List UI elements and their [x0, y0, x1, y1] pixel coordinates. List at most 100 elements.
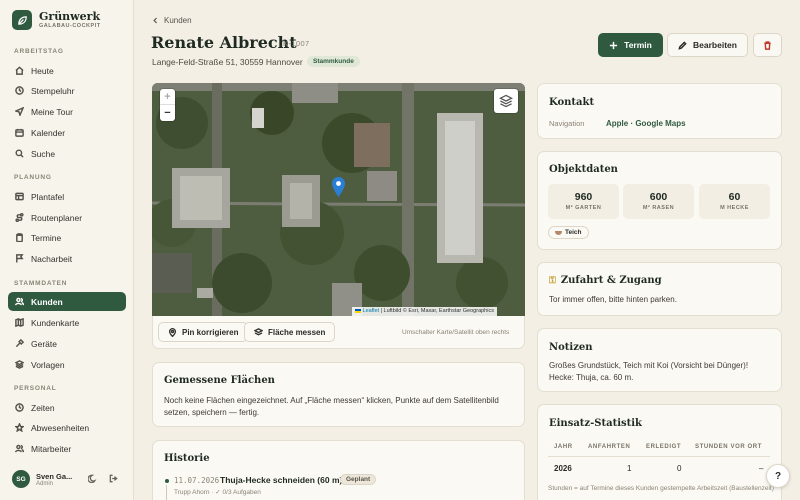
customer-address: Lange-Feld-Straße 51, 30559 Hannover	[152, 57, 303, 67]
edit-button[interactable]: Bearbeiten	[667, 33, 748, 57]
sidebar-item-kalender[interactable]: Kalender	[8, 123, 126, 142]
user-profile[interactable]: SG Sven Ga... Admin	[12, 470, 72, 488]
notes-text: Großes Grundstück, Teich mit Koi (Vorsic…	[549, 361, 749, 382]
stat-label: M HECKE	[720, 205, 749, 211]
add-termin-label: Termin	[624, 40, 652, 50]
user-name: Sven Ga...	[36, 471, 73, 481]
users-icon	[15, 297, 24, 306]
sidebar-item-kunden[interactable]: Kunden	[8, 292, 126, 311]
sidebar-item-termine[interactable]: Termine	[8, 228, 126, 247]
stats-footnote: Stunden = auf Termine dieses Kunden gest…	[548, 485, 774, 492]
sidebar-item-label: Kalender	[31, 127, 66, 138]
history-date: 11.07.2026	[174, 476, 220, 485]
board-icon	[15, 192, 24, 201]
breadcrumb-back-link[interactable]: Kunden	[152, 16, 192, 25]
sidebar-item-label: Vorlagen	[31, 359, 65, 370]
sidebar-item-kundenkarte[interactable]: Kundenkarte	[8, 313, 126, 332]
sidebar-item-label: Meine Tour	[31, 106, 73, 117]
leaflet-link[interactable]: Leaflet	[363, 308, 380, 314]
route-icon	[15, 213, 24, 222]
leaf-logo-icon	[12, 10, 32, 30]
navigation-links[interactable]: Apple · Google Maps	[606, 119, 686, 128]
delete-button[interactable]	[753, 33, 782, 57]
moon-icon[interactable]	[88, 474, 97, 483]
calendar-icon	[15, 128, 24, 137]
history-entry-sub: Trupp Ahorn · ✓ 0/3 Aufgaben	[174, 489, 261, 496]
access-text: Tor immer offen, bitte hinten parken.	[549, 295, 677, 304]
sidebar-item-abwesenheiten[interactable]: Abwesenheiten	[8, 418, 126, 437]
stat-label: M² RASEN	[642, 205, 675, 211]
sidebar-item-routenplaner[interactable]: Routenplaner	[8, 208, 126, 227]
contact-title: Kontakt	[549, 97, 595, 108]
sidebar-item-geraete[interactable]: Geräte	[8, 334, 126, 353]
sidebar-item-zeiten[interactable]: Zeiten	[8, 398, 126, 417]
sidebar-item-vorlagen[interactable]: Vorlagen	[8, 355, 126, 374]
pin-correct-button[interactable]: Pin korrigieren	[158, 322, 249, 342]
help-button[interactable]: ?	[766, 464, 790, 488]
table-cell-year: 2026	[554, 464, 572, 473]
stat-garden: 960 M² GARTEN	[548, 184, 619, 219]
map-icon	[15, 318, 24, 327]
areas-text: Noch keine Flächen eingezeichnet. Auf „F…	[164, 396, 499, 417]
sidebar-item-label: Stempeluhr	[31, 85, 75, 96]
contact-card: Kontakt Navigation Apple · Google Maps	[537, 83, 782, 139]
hammer-icon	[15, 339, 24, 348]
stat-value: 60	[728, 191, 741, 203]
flag-icon	[355, 308, 361, 313]
stat-hedge: 60 M HECKE	[699, 184, 770, 219]
sidebar-item-plantafel[interactable]: Plantafel	[8, 187, 126, 206]
sidebar-item-label: Plantafel	[31, 191, 65, 202]
layers-icon	[254, 327, 263, 336]
stat-value: 600	[649, 191, 668, 203]
history-status-badge: Geplant	[340, 474, 377, 485]
feature-tag-label: Teich	[565, 229, 582, 236]
stat-lawn: 600 M² RASEN	[623, 184, 694, 219]
pin-correct-label: Pin korrigieren	[182, 327, 239, 337]
breadcrumb-label: Kunden	[164, 16, 192, 25]
layers-icon	[499, 94, 513, 108]
notes-card: Notizen Großes Grundstück, Teich mit Koi…	[537, 328, 782, 392]
nav-section-personal: PERSONAL	[14, 385, 57, 392]
sidebar-item-label: Kunden	[31, 296, 63, 307]
areas-title: Gemessene Flächen	[164, 375, 275, 386]
nav-section-stammdaten: STAMMDATEN	[14, 280, 68, 287]
plus-icon	[610, 41, 618, 49]
sidebar-item-label: Geräte	[31, 338, 57, 349]
stats-title: Einsatz-Statistik	[549, 418, 642, 429]
sidebar-item-label: Abwesenheiten	[31, 422, 90, 433]
sidebar-item-suche[interactable]: Suche	[8, 144, 126, 163]
logout-icon[interactable]	[109, 474, 118, 483]
aerial-image	[152, 83, 525, 316]
brand[interactable]: Grünwerk GALABAU-COCKPIT	[12, 10, 101, 30]
nav-section-arbeitstag: ARBEITSTAG	[14, 48, 64, 55]
page-title: Renate Albrecht	[151, 33, 297, 52]
sidebar-item-heute[interactable]: Heute	[8, 61, 126, 80]
history-entry-title[interactable]: Thuja-Hecke schneiden (60 m)	[220, 475, 342, 485]
satellite-map[interactable]	[152, 83, 525, 316]
brand-name: Grünwerk	[39, 10, 101, 23]
zoom-in-button[interactable]: +	[160, 89, 175, 105]
key-icon: ⚿	[549, 275, 556, 286]
timeline-line	[166, 485, 167, 500]
search-icon	[15, 149, 24, 158]
sidebar-item-mitarbeiter[interactable]: Mitarbeiter	[8, 439, 126, 458]
clock-icon	[15, 86, 24, 95]
zoom-control: + −	[160, 89, 175, 121]
users-icon	[15, 444, 24, 453]
sidebar-item-meine-tour[interactable]: Meine Tour	[8, 102, 126, 121]
table-header-trips: ANFAHRTEN	[588, 444, 631, 450]
stat-value: 960	[574, 191, 593, 203]
sidebar: Grünwerk GALABAU-COCKPIT ARBEITSTAG Heut…	[0, 0, 134, 500]
measure-area-button[interactable]: Fläche messen	[244, 322, 336, 342]
measure-area-label: Fläche messen	[268, 327, 326, 337]
zoom-out-button[interactable]: −	[160, 105, 175, 121]
access-card: ⚿ Zufahrt & Zugang Tor immer offen, bitt…	[537, 262, 782, 316]
brand-subtitle: GALABAU-COCKPIT	[39, 23, 101, 29]
add-termin-button[interactable]: Termin	[598, 33, 663, 57]
layer-toggle-button[interactable]	[494, 89, 518, 113]
table-cell-trips: 1	[627, 464, 632, 473]
location-pin-icon[interactable]	[332, 177, 345, 197]
timeline-dot	[165, 479, 169, 483]
sidebar-item-nacharbeit[interactable]: Nacharbeit	[8, 249, 126, 268]
sidebar-item-stempeluhr[interactable]: Stempeluhr	[8, 81, 126, 100]
